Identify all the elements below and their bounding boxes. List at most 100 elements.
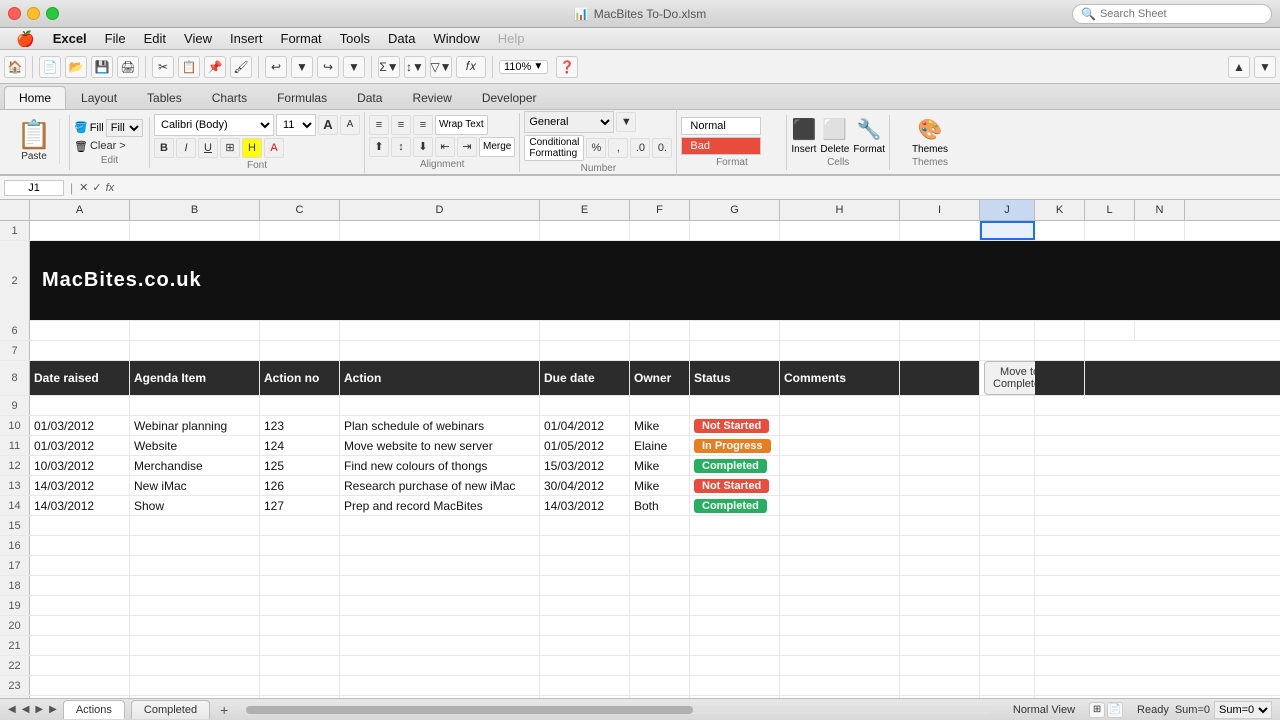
- conditional-format-button[interactable]: ConditionalFormatting: [524, 135, 584, 161]
- cell-D23[interactable]: [340, 676, 540, 695]
- cell-due-12[interactable]: 15/03/2012: [540, 456, 630, 475]
- cell-G23[interactable]: [690, 676, 780, 695]
- tab-formulas[interactable]: Formulas: [262, 86, 342, 109]
- cell-E1[interactable]: [540, 221, 630, 240]
- underline-button[interactable]: U: [198, 138, 218, 158]
- sheet-tab-completed[interactable]: Completed: [131, 700, 210, 719]
- scrollbar-thumb[interactable]: [246, 706, 693, 714]
- confirm-formula-icon[interactable]: ✓: [92, 181, 101, 194]
- cell-C20[interactable]: [260, 616, 340, 635]
- cell-I18[interactable]: [900, 576, 980, 595]
- italic-button[interactable]: I: [176, 138, 196, 158]
- cell-reference[interactable]: [4, 180, 64, 196]
- col-header-agenda-item[interactable]: Agenda Item: [130, 361, 260, 395]
- format-cells-button[interactable]: 🔧 Format: [853, 117, 885, 155]
- fill-dropdown[interactable]: Fill: [106, 119, 143, 137]
- cell-E21[interactable]: [540, 636, 630, 655]
- align-bottom-btn[interactable]: ⬇: [413, 137, 433, 157]
- cell-I20[interactable]: [900, 616, 980, 635]
- tab-layout[interactable]: Layout: [66, 86, 132, 109]
- cell-E17[interactable]: [540, 556, 630, 575]
- col-header-N[interactable]: N: [1135, 200, 1185, 220]
- cell-H6[interactable]: [780, 321, 900, 340]
- delete-button[interactable]: ⬜ Delete: [820, 117, 849, 155]
- insert-menu[interactable]: Insert: [222, 29, 271, 48]
- cut-button[interactable]: ✂: [152, 56, 174, 78]
- cell-action-14[interactable]: Prep and record MacBites: [340, 496, 540, 515]
- cell-H21[interactable]: [780, 636, 900, 655]
- cell-G16[interactable]: [690, 536, 780, 555]
- tools-menu[interactable]: Tools: [332, 29, 378, 48]
- cell-actionno-14[interactable]: 127: [260, 496, 340, 515]
- cell-K6[interactable]: [1035, 321, 1085, 340]
- cell-I17[interactable]: [900, 556, 980, 575]
- normal-style-button[interactable]: Normal: [681, 117, 761, 135]
- cell-D22[interactable]: [340, 656, 540, 675]
- cell-due-14[interactable]: 14/03/2012: [540, 496, 630, 515]
- align-right-btn[interactable]: ≡: [413, 115, 433, 135]
- cell-C15[interactable]: [260, 516, 340, 535]
- cell-F18[interactable]: [630, 576, 690, 595]
- cell-H17[interactable]: [780, 556, 900, 575]
- cell-J1[interactable]: [980, 221, 1035, 240]
- cell-D7[interactable]: [340, 341, 540, 360]
- col-header-B[interactable]: B: [130, 200, 260, 220]
- cell-A23[interactable]: [30, 676, 130, 695]
- cell-date-11[interactable]: 01/03/2012: [30, 436, 130, 455]
- cell-D16[interactable]: [340, 536, 540, 555]
- cell-H23[interactable]: [780, 676, 900, 695]
- increase-font-button[interactable]: A: [318, 115, 338, 135]
- number-format-select[interactable]: General: [524, 111, 614, 133]
- cell-owner-13[interactable]: Mike: [630, 476, 690, 495]
- cell-C7[interactable]: [260, 341, 340, 360]
- sheet-tab-actions[interactable]: Actions: [63, 700, 125, 719]
- ribbon-up[interactable]: ▲: [1228, 56, 1250, 78]
- cell-H19[interactable]: [780, 596, 900, 615]
- tab-charts[interactable]: Charts: [197, 86, 262, 109]
- cell-B22[interactable]: [130, 656, 260, 675]
- col-header-J[interactable]: J: [980, 200, 1035, 220]
- font-color-button[interactable]: A: [264, 138, 284, 158]
- col-header-date-raised[interactable]: Date raised: [30, 361, 130, 395]
- cell-F16[interactable]: [630, 536, 690, 555]
- col-header-D[interactable]: D: [340, 200, 540, 220]
- cell-status-10[interactable]: Not Started: [690, 416, 780, 435]
- cell-E22[interactable]: [540, 656, 630, 675]
- tab-tables[interactable]: Tables: [132, 86, 197, 109]
- cell-action-11[interactable]: Move website to new server: [340, 436, 540, 455]
- cell-I19[interactable]: [900, 596, 980, 615]
- cell-K8[interactable]: [1035, 361, 1085, 395]
- new-button[interactable]: 📄: [39, 56, 61, 78]
- cell-A21[interactable]: [30, 636, 130, 655]
- col-header-action[interactable]: Action: [340, 361, 540, 395]
- normal-view-button[interactable]: ⊞: [1089, 702, 1105, 718]
- cell-agenda-11[interactable]: Website: [130, 436, 260, 455]
- cell-K7[interactable]: [1035, 341, 1085, 360]
- col-header-C[interactable]: C: [260, 200, 340, 220]
- print-button[interactable]: 🖨: [117, 56, 139, 78]
- decrease-decimal-btn[interactable]: 0.: [652, 138, 672, 158]
- cell-status-13[interactable]: Not Started: [690, 476, 780, 495]
- cell-I7[interactable]: [900, 341, 980, 360]
- cell-F20[interactable]: [630, 616, 690, 635]
- cell-A16[interactable]: [30, 536, 130, 555]
- cell-D20[interactable]: [340, 616, 540, 635]
- cell-J22[interactable]: [980, 656, 1035, 675]
- cell-B9[interactable]: [130, 396, 260, 415]
- cell-B18[interactable]: [130, 576, 260, 595]
- cell-C9[interactable]: [260, 396, 340, 415]
- cell-H18[interactable]: [780, 576, 900, 595]
- cell-I22[interactable]: [900, 656, 980, 675]
- cell-N1[interactable]: [1135, 221, 1185, 240]
- cell-A9[interactable]: [30, 396, 130, 415]
- open-button[interactable]: 📂: [65, 56, 87, 78]
- cell-C22[interactable]: [260, 656, 340, 675]
- cell-G15[interactable]: [690, 516, 780, 535]
- scroll-left-icon[interactable]: ◀: [8, 704, 16, 715]
- cell-D18[interactable]: [340, 576, 540, 595]
- cell-F1[interactable]: [630, 221, 690, 240]
- cell-I16[interactable]: [900, 536, 980, 555]
- cell-J6[interactable]: [980, 321, 1035, 340]
- cell-H1[interactable]: [780, 221, 900, 240]
- window-menu[interactable]: Window: [426, 29, 488, 48]
